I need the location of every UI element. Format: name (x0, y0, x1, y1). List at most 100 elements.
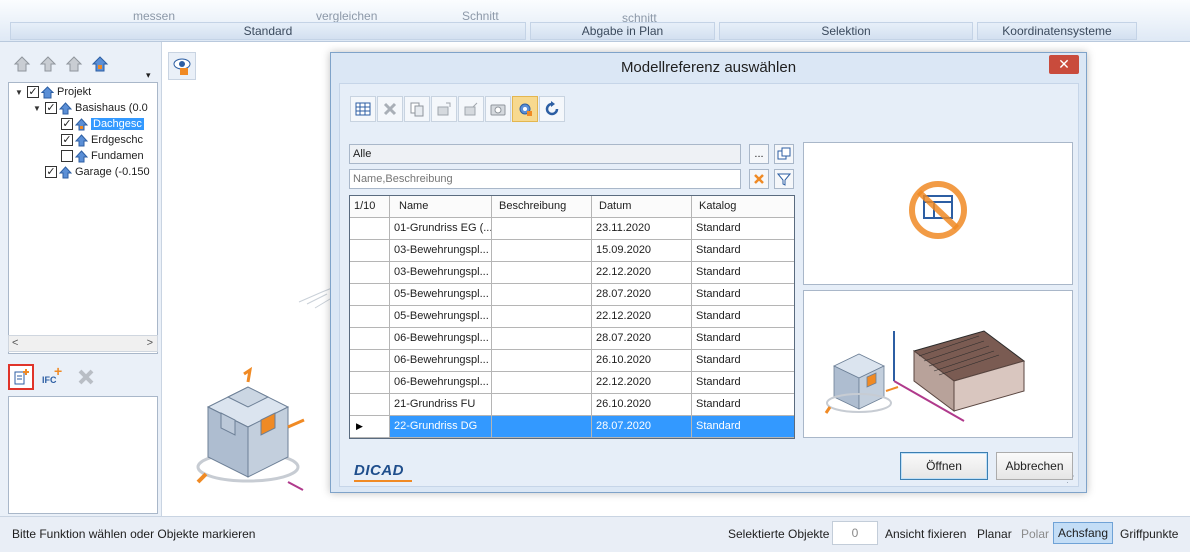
cell-beschreibung (492, 240, 592, 262)
view-eye-icon[interactable] (168, 52, 196, 80)
clear-search-icon[interactable] (749, 169, 769, 189)
table-view-icon[interactable] (350, 96, 376, 122)
cancel-button[interactable]: Abbrechen (996, 452, 1073, 480)
column-header-katalog[interactable]: Katalog (692, 196, 794, 218)
cell-beschreibung (492, 350, 592, 372)
cell-katalog: Standard (692, 328, 794, 350)
delete-icon[interactable] (74, 365, 98, 389)
ribbon-cmd-schnitt[interactable]: Schnitt (462, 9, 499, 23)
house-blue-icon[interactable] (90, 54, 110, 74)
table-row[interactable]: 01-Grundriss EG (... 23.11.2020 Standard (350, 218, 794, 240)
search-input[interactable] (349, 169, 741, 189)
filter-browse-button[interactable]: ... (749, 144, 769, 164)
model-3d-preview (824, 330, 1026, 422)
export-icon[interactable] (431, 96, 457, 122)
catalog-filter-field[interactable]: Alle (349, 144, 741, 164)
cell-beschreibung (492, 372, 592, 394)
tree-checkbox[interactable] (61, 150, 73, 162)
table-row[interactable]: ▶ 22-Grundriss DG 28.07.2020 Standard (350, 416, 794, 438)
delete-icon[interactable] (377, 96, 403, 122)
tree-label: Erdgeschc (91, 134, 143, 146)
table-row[interactable]: 03-Bewehrungspl... 15.09.2020 Standard (350, 240, 794, 262)
planar-toggle[interactable]: Planar (977, 527, 1012, 541)
tree-item-dachgeschoss[interactable]: ✓ Dachgesc (61, 116, 144, 132)
scroll-left-icon[interactable]: < (12, 337, 18, 349)
dialog-title: Modellreferenz auswählen (620, 59, 797, 76)
tree-item-projekt[interactable]: ▼ ✓ Projekt (15, 84, 91, 100)
cell-datum: 22.12.2020 (592, 372, 692, 394)
column-header-datum[interactable]: Datum (592, 196, 692, 218)
status-bar: Bitte Funktion wählen oder Objekte marki… (0, 516, 1190, 552)
tree-checkbox[interactable]: ✓ (61, 134, 73, 146)
tree-checkbox[interactable]: ✓ (45, 102, 57, 114)
tree-checkbox[interactable]: ✓ (45, 166, 57, 178)
tree-item-basishaus[interactable]: ▼ ✓ Basishaus (0.0 (33, 100, 148, 116)
cell-name: 06-Bewehrungspl... (390, 350, 492, 372)
collapse-icon[interactable]: ▼ (15, 88, 27, 97)
arrow-up-icon (59, 101, 72, 114)
ribbon-cmd-vergleichen[interactable]: vergleichen (316, 9, 377, 23)
collapse-icon[interactable]: ▼ (33, 104, 45, 113)
cell-name: 06-Bewehrungspl... (390, 372, 492, 394)
tree-checkbox[interactable]: ✓ (61, 118, 73, 130)
arrow-up-icon (75, 149, 88, 162)
house-gray-icon[interactable] (64, 54, 84, 74)
tree-item-fundament[interactable]: Fundamen (61, 148, 144, 164)
cell-name: 03-Bewehrungspl... (390, 240, 492, 262)
column-header-beschreibung[interactable]: Beschreibung (492, 196, 592, 218)
tree-checkbox[interactable]: ✓ (27, 86, 39, 98)
polar-toggle[interactable]: Polar (1021, 527, 1049, 541)
open-button[interactable]: Öffnen (900, 452, 988, 480)
settings-gear-icon[interactable] (512, 96, 538, 122)
add-ifc-icon[interactable]: IFC + (42, 363, 66, 389)
row-marker (350, 350, 390, 372)
table-row[interactable]: 06-Bewehrungspl... 28.07.2020 Standard (350, 328, 794, 350)
table-row[interactable]: 05-Bewehrungspl... 22.12.2020 Standard (350, 306, 794, 328)
selected-objects-label: Selektierte Objekte (728, 527, 830, 541)
fix-view-toggle[interactable]: Ansicht fixieren (885, 527, 966, 541)
row-marker (350, 262, 390, 284)
scroll-right-icon[interactable]: > (147, 337, 153, 349)
row-marker: ▶ (350, 416, 390, 438)
dialog-body: Alle ... 1/10 Name Beschreibung Datum Ka… (339, 83, 1079, 487)
house-up-icon[interactable] (12, 54, 32, 74)
table-row[interactable]: 03-Bewehrungspl... 22.12.2020 Standard (350, 262, 794, 284)
add-model-reference-icon[interactable] (8, 364, 34, 390)
navigation-cube-icon[interactable] (188, 362, 318, 502)
panel-menu-icon[interactable]: ▾ (146, 70, 151, 81)
close-icon[interactable]: ✕ (1049, 55, 1079, 74)
dicad-logo: DICAD (354, 462, 404, 479)
row-marker (350, 306, 390, 328)
row-marker (350, 240, 390, 262)
cell-name: 05-Bewehrungspl... (390, 284, 492, 306)
tree-label: Dachgesc (91, 118, 144, 130)
table-row[interactable]: 06-Bewehrungspl... 26.10.2020 Standard (350, 350, 794, 372)
model-preview-top (803, 142, 1073, 285)
tree-item-garage[interactable]: ✓ Garage (-0.150 (45, 164, 150, 180)
refresh-icon[interactable] (539, 96, 565, 122)
camera-icon[interactable] (485, 96, 511, 122)
window-link-icon[interactable] (774, 144, 794, 164)
column-header-name[interactable]: Name (390, 196, 492, 218)
arrow-up-icon[interactable] (38, 54, 58, 74)
table-row[interactable]: 05-Bewehrungspl... 28.07.2020 Standard (350, 284, 794, 306)
table-row[interactable]: 06-Bewehrungspl... 22.12.2020 Standard (350, 372, 794, 394)
copy-icon[interactable] (404, 96, 430, 122)
ribbon-group-selektion: Selektion (719, 22, 973, 40)
grip-points-toggle[interactable]: Griffpunkte (1120, 527, 1178, 541)
cell-beschreibung (492, 218, 592, 240)
tree-toolbar (12, 54, 110, 74)
tree-item-erdgeschoss[interactable]: ✓ Erdgeschc (61, 132, 143, 148)
cell-datum: 15.09.2020 (592, 240, 692, 262)
cell-beschreibung (492, 416, 592, 438)
cell-name: 01-Grundriss EG (... (390, 218, 492, 240)
filter-icon[interactable] (774, 169, 794, 189)
cell-katalog: Standard (692, 240, 794, 262)
axis-snap-toggle[interactable]: Achsfang (1053, 522, 1114, 544)
cell-katalog: Standard (692, 350, 794, 372)
tree-horizontal-scrollbar[interactable]: < > (8, 335, 158, 352)
resize-grip-icon[interactable]: ⋰ (1066, 474, 1075, 485)
ribbon-cmd-messen[interactable]: messen (133, 9, 175, 23)
table-row[interactable]: 21-Grundriss FU 26.10.2020 Standard (350, 394, 794, 416)
import-icon[interactable] (458, 96, 484, 122)
